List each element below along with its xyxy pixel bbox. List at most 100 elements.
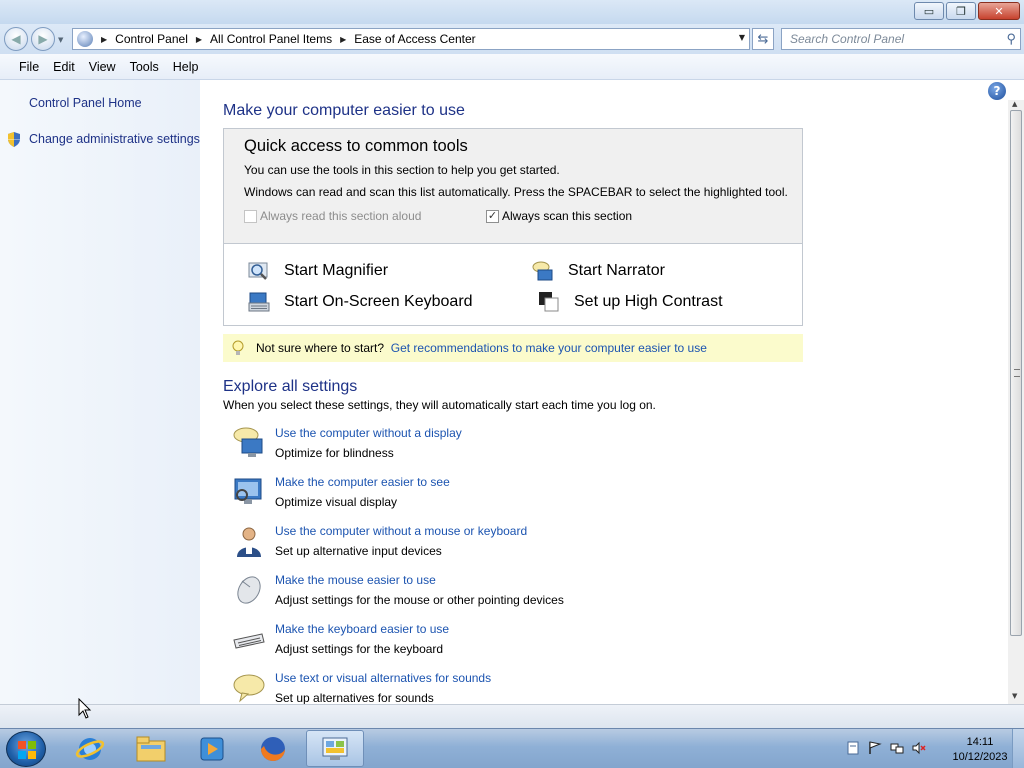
- menu-view[interactable]: View: [82, 60, 123, 74]
- taskbar-firefox[interactable]: [244, 730, 302, 767]
- speech-bubble-icon: [233, 674, 265, 703]
- breadcrumb-separator-icon[interactable]: ▶: [101, 35, 107, 44]
- firefox-icon: [261, 736, 285, 761]
- breadcrumb-all-items[interactable]: All Control Panel Items: [210, 32, 332, 46]
- quick-access-header: Quick access to common tools You can use…: [224, 129, 802, 244]
- read-aloud-checkbox[interactable]: Always read this section aloud: [244, 209, 421, 223]
- explore-title: Explore all settings: [223, 378, 358, 395]
- taskbar-control-panel[interactable]: [306, 730, 364, 767]
- search-icon[interactable]: ⚲: [1006, 31, 1016, 47]
- setting-keyboard: Make the keyboard easier to use Adjust s…: [232, 622, 792, 666]
- mouse-cursor-icon: [78, 698, 92, 719]
- main-content: Make your computer easier to use Quick a…: [200, 80, 1008, 704]
- sidebar-change-admin-settings[interactable]: Change administrative settings: [29, 132, 200, 146]
- setting-description: Set up alternative input devices: [275, 544, 442, 558]
- menu-tools[interactable]: Tools: [123, 60, 166, 74]
- setting-description: Optimize for blindness: [275, 446, 394, 460]
- start-onscreen-keyboard-button[interactable]: Start On-Screen Keyboard: [248, 292, 473, 312]
- address-row: ◀ ▶ ▼ ▶ Control Panel ▶ All Control Pane…: [0, 24, 1024, 54]
- high-contrast-icon: [539, 292, 559, 312]
- media-player-icon: [200, 737, 224, 760]
- taskbar-explorer[interactable]: [122, 730, 180, 767]
- high-contrast-button[interactable]: Set up High Contrast: [538, 292, 723, 312]
- scrollbar-thumb[interactable]: [1010, 110, 1022, 636]
- minimize-icon: ▭: [923, 4, 935, 18]
- clock-date: 10/12/2023: [952, 751, 1008, 763]
- menu-file[interactable]: File: [12, 60, 46, 74]
- folder-icon: [136, 736, 166, 761]
- scroll-up-icon[interactable]: ▲: [1012, 100, 1017, 108]
- setting-sounds: Use text or visual alternatives for soun…: [232, 671, 792, 704]
- menu-help[interactable]: Help: [166, 60, 206, 74]
- setting-without-mouse-keyboard: Use the computer without a mouse or keyb…: [232, 524, 792, 568]
- sidebar-control-panel-home[interactable]: Control Panel Home: [29, 96, 142, 110]
- control-panel-icon: [77, 31, 93, 47]
- minimize-button[interactable]: ▭: [914, 2, 944, 20]
- notes-icon[interactable]: [846, 741, 860, 755]
- scan-checkbox[interactable]: ✓ Always scan this section: [486, 209, 632, 223]
- control-panel-icon: [322, 737, 348, 760]
- taskbar-internet-explorer[interactable]: [61, 730, 119, 767]
- menu-bar: File Edit View Tools Help: [0, 54, 1024, 80]
- keyboard-icon: [233, 633, 265, 649]
- breadcrumb-separator-icon[interactable]: ▶: [340, 35, 346, 44]
- quick-access-title: Quick access to common tools: [244, 137, 468, 155]
- breadcrumb-control-panel[interactable]: Control Panel: [115, 32, 188, 46]
- start-narrator-label: Start Narrator: [568, 262, 665, 279]
- speech-monitor-icon: [233, 427, 263, 457]
- address-dropdown-icon[interactable]: ▼: [739, 33, 745, 42]
- scan-label: Always scan this section: [502, 209, 633, 223]
- back-button[interactable]: ◀: [4, 27, 28, 51]
- checkbox-unchecked-icon: [244, 209, 257, 223]
- help-button[interactable]: ?: [988, 82, 1006, 100]
- breadcrumb-separator-icon[interactable]: ▶: [196, 35, 202, 44]
- setting-title[interactable]: Use the computer without a mouse or keyb…: [275, 524, 527, 538]
- help-icon: ?: [993, 84, 1001, 98]
- refresh-button[interactable]: ⇆: [752, 28, 774, 50]
- read-aloud-label: Always read this section aloud: [260, 209, 422, 223]
- setting-without-display: Use the computer without a display Optim…: [232, 426, 792, 470]
- show-desktop-button[interactable]: [1012, 729, 1024, 768]
- network-icon[interactable]: [890, 741, 904, 755]
- high-contrast-label: Set up High Contrast: [574, 293, 723, 310]
- address-bar[interactable]: ▶ Control Panel ▶ All Control Panel Item…: [72, 28, 750, 50]
- magnifier-icon: [248, 262, 268, 280]
- taskbar: 14:11 10/12/2023: [0, 728, 1024, 768]
- close-button[interactable]: ✕: [978, 2, 1020, 20]
- window-controls: ▭ ❐ ✕: [914, 2, 1020, 20]
- setting-description: Adjust settings for the mouse or other p…: [275, 593, 564, 607]
- search-input[interactable]: Search Control Panel ⚲: [781, 28, 1021, 50]
- get-recommendations-link[interactable]: Get recommendations to make your compute…: [391, 341, 707, 355]
- vertical-scrollbar[interactable]: ▲ ▼: [1008, 100, 1024, 704]
- user-icon: [237, 527, 261, 557]
- setting-title[interactable]: Use text or visual alternatives for soun…: [275, 671, 491, 685]
- breadcrumb-ease-of-access[interactable]: Ease of Access Center: [354, 32, 475, 46]
- setting-title[interactable]: Make the computer easier to see: [275, 475, 450, 489]
- maximize-button[interactable]: ❐: [946, 2, 976, 20]
- action-center-flag-icon[interactable]: [868, 741, 882, 755]
- taskbar-media-player[interactable]: [183, 730, 241, 767]
- setting-title[interactable]: Make the keyboard easier to use: [275, 622, 449, 636]
- refresh-icon: ⇆: [757, 31, 769, 47]
- start-button[interactable]: [6, 731, 46, 767]
- forward-button[interactable]: ▶: [31, 27, 55, 51]
- setting-title[interactable]: Make the mouse easier to use: [275, 573, 436, 587]
- start-narrator-button[interactable]: Start Narrator: [532, 261, 665, 281]
- onscreen-keyboard-icon: [248, 292, 270, 312]
- uac-shield-icon: [8, 132, 20, 147]
- start-onscreen-keyboard-label: Start On-Screen Keyboard: [284, 293, 473, 310]
- scroll-down-icon[interactable]: ▼: [1012, 692, 1017, 700]
- recent-pages-dropdown-icon[interactable]: ▼: [58, 36, 63, 44]
- setting-title[interactable]: Use the computer without a display: [275, 426, 462, 440]
- monitor-icon: [234, 478, 262, 504]
- volume-muted-icon[interactable]: [912, 741, 926, 755]
- menu-edit[interactable]: Edit: [46, 60, 82, 74]
- quick-access-line-1: You can use the tools in this section to…: [244, 163, 560, 177]
- title-bar: ▭ ❐ ✕: [0, 0, 1024, 24]
- mouse-icon: [237, 576, 261, 604]
- clock[interactable]: 14:11 10/12/2023: [940, 735, 1020, 765]
- setting-easier-to-see: Make the computer easier to see Optimize…: [232, 475, 792, 519]
- explore-subtitle: When you select these settings, they wil…: [223, 398, 656, 412]
- start-magnifier-button[interactable]: Start Magnifier: [248, 261, 388, 281]
- setting-description: Optimize visual display: [275, 495, 398, 509]
